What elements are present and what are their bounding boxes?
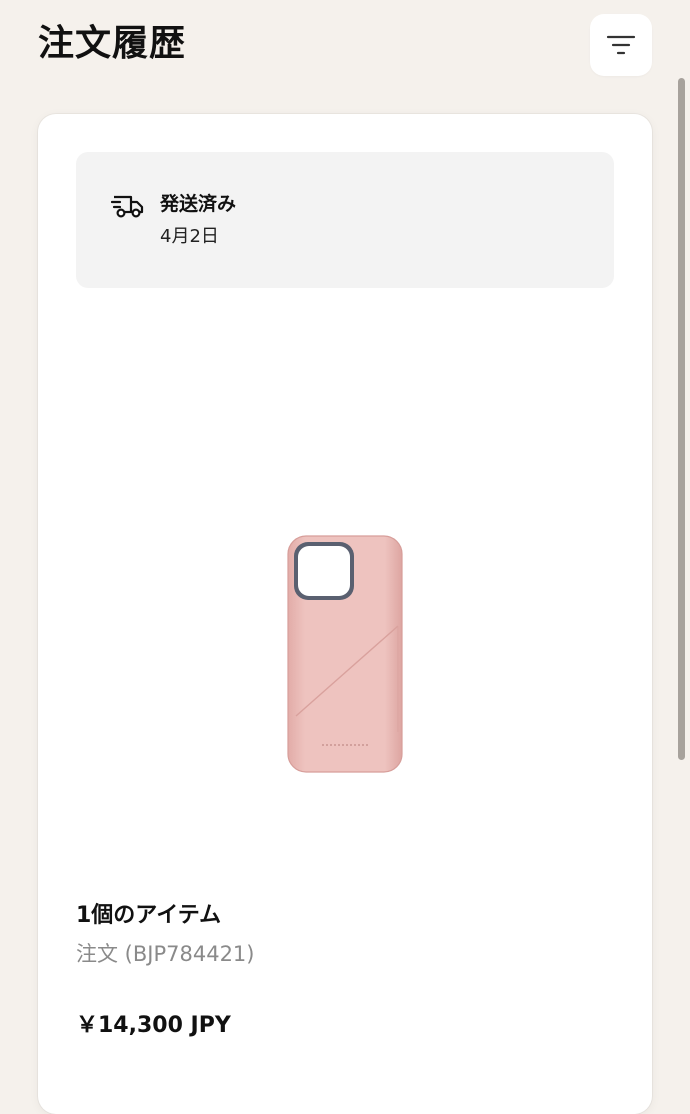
page-title: 注文履歴 bbox=[38, 23, 187, 64]
filter-button[interactable] bbox=[590, 14, 652, 76]
order-card[interactable]: 発送済み 4月2日 1個のアイテム 注文 (BJP784421) ￥14,300… bbox=[38, 114, 652, 1114]
page-header: 注文履歴 bbox=[0, 0, 690, 95]
scrollbar-thumb[interactable] bbox=[678, 78, 685, 760]
scrollbar[interactable] bbox=[678, 78, 685, 760]
filter-icon bbox=[606, 35, 636, 55]
delivery-truck-icon bbox=[111, 195, 144, 218]
shipping-status-box: 発送済み 4月2日 bbox=[76, 152, 614, 288]
items-count: 1個のアイテム bbox=[76, 903, 222, 928]
shipping-date: 4月2日 bbox=[160, 226, 219, 247]
product-image[interactable] bbox=[286, 534, 404, 774]
shipping-status-label: 発送済み bbox=[160, 193, 237, 215]
order-number: 注文 (BJP784421) bbox=[76, 942, 255, 966]
order-price: ￥14,300 JPY bbox=[76, 1013, 231, 1038]
